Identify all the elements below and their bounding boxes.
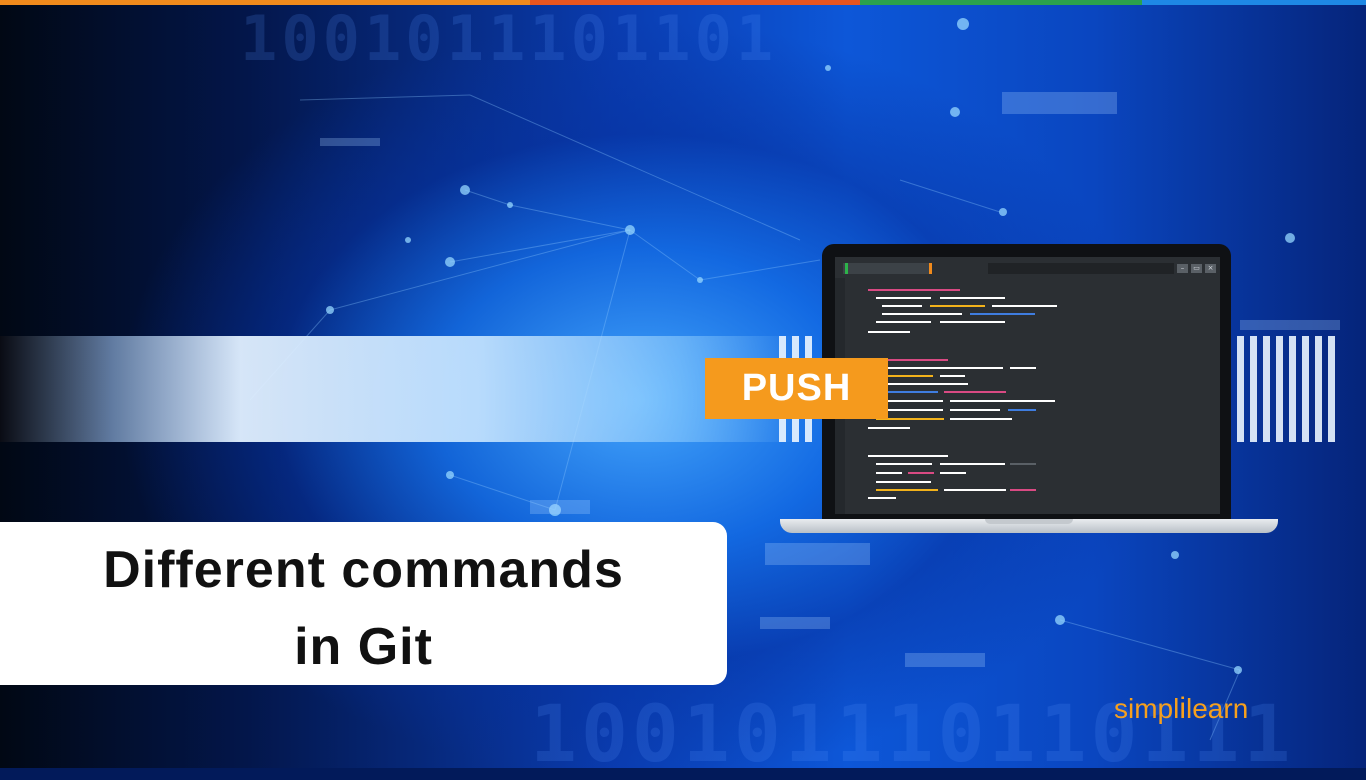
title-line-1: Different commands bbox=[103, 541, 624, 599]
push-badge: PUSH bbox=[705, 358, 888, 419]
light-beam bbox=[0, 336, 800, 442]
editor-tab-accent-orange bbox=[929, 263, 932, 274]
close-icon: × bbox=[1205, 264, 1216, 273]
code-editor-window bbox=[835, 257, 1220, 514]
logo-separator: i bbox=[1179, 692, 1187, 725]
minimize-icon: – bbox=[1177, 264, 1188, 273]
editor-titlebar bbox=[988, 263, 1174, 274]
logo-text-part1: simpl bbox=[1114, 693, 1180, 724]
editor-tab-accent-green bbox=[845, 263, 848, 274]
maximize-icon: ▭ bbox=[1191, 264, 1202, 273]
title-line-2: in Git bbox=[294, 618, 433, 676]
data-stripes-right bbox=[1237, 336, 1335, 442]
simplilearn-logo: simplilearn bbox=[1114, 692, 1248, 726]
laptop-notch bbox=[985, 519, 1073, 524]
logo-text-part2: learn bbox=[1186, 693, 1249, 724]
editor-tab bbox=[843, 263, 931, 274]
